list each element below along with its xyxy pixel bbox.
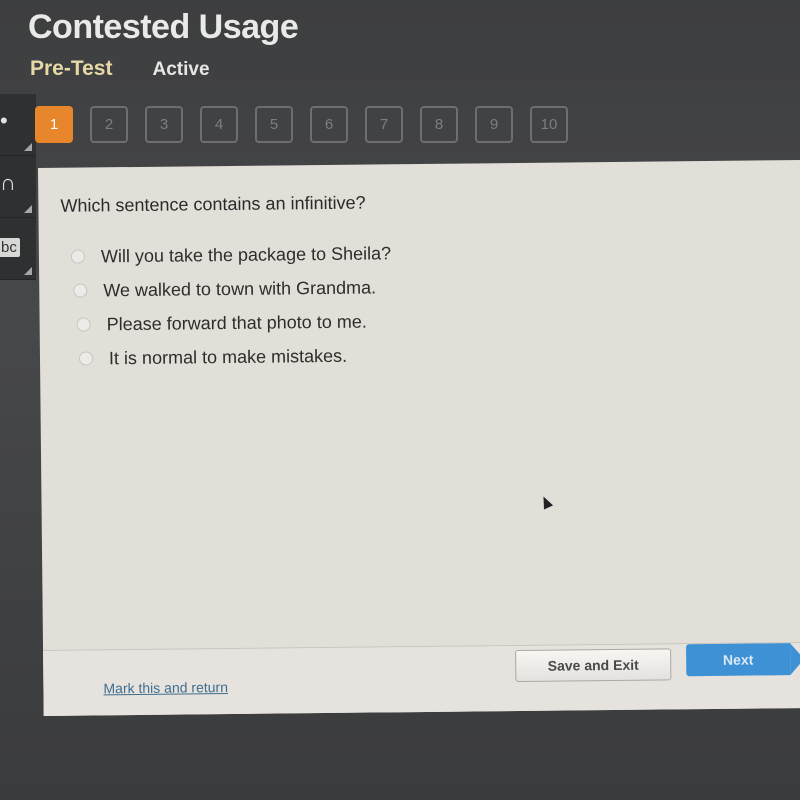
option-label: Will you take the package to Sheila? xyxy=(100,242,392,266)
question-nav-2[interactable]: 2 xyxy=(90,106,128,143)
footer-bar: Mark this and return Save and Exit Next xyxy=(43,642,800,716)
question-navigator: 1 2 3 4 5 6 7 8 9 10 xyxy=(35,106,585,143)
option-label: It is normal to make mistakes. xyxy=(108,345,348,368)
side-toolbar: • ∩ bc xyxy=(0,94,36,280)
expand-corner-icon xyxy=(24,267,32,275)
pointer-icon: • xyxy=(0,108,8,133)
save-and-exit-button[interactable]: Save and Exit xyxy=(515,648,672,683)
question-nav-1[interactable]: 1 xyxy=(35,106,73,143)
option-label: We walked to town with Grandma. xyxy=(103,276,377,300)
mark-and-return-link[interactable]: Mark this and return xyxy=(103,679,228,696)
answer-option[interactable]: Please forward that photo to me. xyxy=(76,304,392,341)
question-panel: Which sentence contains an infinitive? W… xyxy=(38,159,800,716)
question-nav-7[interactable]: 7 xyxy=(365,106,403,143)
question-nav-3[interactable]: 3 xyxy=(145,106,183,143)
radio-button[interactable] xyxy=(73,283,88,298)
tool-dictionary[interactable]: bc xyxy=(0,218,36,280)
radio-button[interactable] xyxy=(76,317,91,332)
pretest-label: Pre-Test xyxy=(30,57,113,80)
expand-corner-icon xyxy=(24,143,32,151)
dictionary-icon: bc xyxy=(0,238,20,257)
tool-audio[interactable]: ∩ xyxy=(0,156,36,218)
status-label: Active xyxy=(152,59,210,80)
option-label: Please forward that photo to me. xyxy=(106,311,367,334)
expand-corner-icon xyxy=(24,205,32,213)
answer-option[interactable]: Will you take the package to Sheila? xyxy=(70,236,392,273)
question-nav-6[interactable]: 6 xyxy=(310,106,348,143)
question-nav-10[interactable]: 10 xyxy=(530,106,568,143)
radio-button[interactable] xyxy=(78,351,94,366)
question-nav-5[interactable]: 5 xyxy=(255,106,293,143)
question-nav-8[interactable]: 8 xyxy=(420,106,458,143)
question-nav-4[interactable]: 4 xyxy=(200,106,238,143)
next-button[interactable]: Next xyxy=(686,643,791,677)
subtitle-row: Pre-Test Active xyxy=(30,57,210,81)
answer-options: Will you take the package to Sheila? We … xyxy=(70,236,393,375)
question-prompt: Which sentence contains an infinitive? xyxy=(60,192,366,216)
radio-button[interactable] xyxy=(70,249,86,264)
answer-option[interactable]: We walked to town with Grandma. xyxy=(73,270,392,307)
page-title: Contested Usage xyxy=(28,8,299,46)
question-nav-9[interactable]: 9 xyxy=(475,106,513,143)
audio-icon: ∩ xyxy=(0,170,16,195)
tool-pointer[interactable]: • xyxy=(0,94,36,156)
answer-option[interactable]: It is normal to make mistakes. xyxy=(78,338,393,375)
